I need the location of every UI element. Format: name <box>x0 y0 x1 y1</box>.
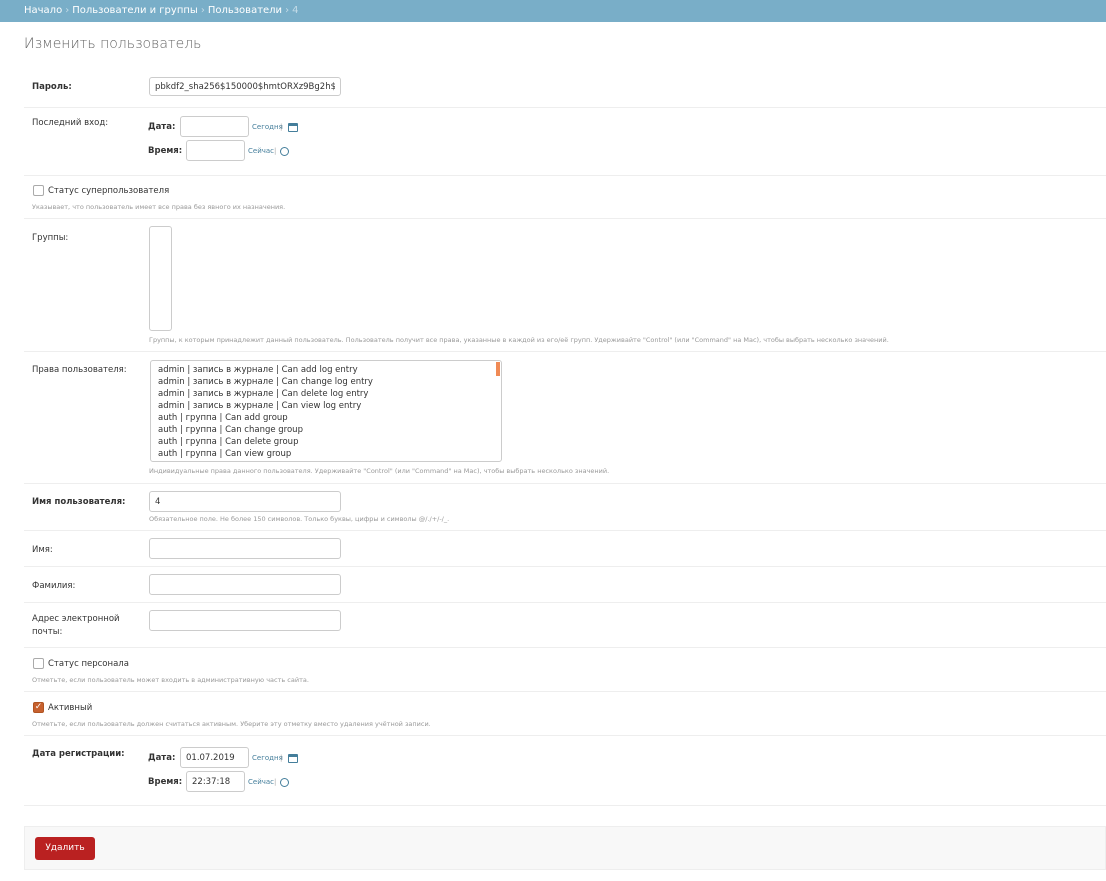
superuser-help: Указывает, что пользователь имеет все пр… <box>32 203 286 211</box>
date-joined-date-input[interactable] <box>180 747 249 768</box>
last-name-label: Фамилия: <box>32 581 76 591</box>
password-row: Пароль: <box>24 68 1106 108</box>
separator: | <box>274 147 277 155</box>
date-joined-time-input[interactable] <box>186 771 245 792</box>
last-login-row: Последний вход: Дата: Сегодня | Время: С… <box>24 107 1106 176</box>
email-label-line2: почты: <box>32 627 63 637</box>
permissions-scrollbar[interactable] <box>496 362 500 376</box>
last-login-date-label: Дата: <box>148 122 176 132</box>
permission-option[interactable]: admin | запись в журнале | Can change lo… <box>151 376 501 388</box>
separator: | <box>274 778 277 786</box>
email-row: Адрес электронной почты: <box>24 602 1106 648</box>
breadcrumb-home[interactable]: Начало <box>24 5 62 16</box>
superuser-label: Статус суперпользователя <box>48 186 170 196</box>
last-login-now-link[interactable]: Сейчас <box>248 147 274 155</box>
email-label: Адрес электронной почты: <box>32 613 120 639</box>
separator: | <box>280 123 283 131</box>
first-name-label: Имя: <box>32 545 53 555</box>
breadcrumb-current: 4 <box>292 5 299 16</box>
username-row: Имя пользователя: Обязательное поле. Не … <box>24 483 1106 531</box>
date-joined-now-link[interactable]: Сейчас <box>248 778 274 786</box>
superuser-checkbox[interactable] <box>33 185 44 196</box>
separator: | <box>280 754 283 762</box>
last-login-date-input[interactable] <box>180 116 249 137</box>
permission-option[interactable]: auth | группа | Can change group <box>151 424 501 436</box>
calendar-icon[interactable] <box>288 754 298 763</box>
breadcrumb-app[interactable]: Пользователи и группы <box>72 5 198 16</box>
date-joined-time-label: Время: <box>148 777 183 787</box>
groups-help: Группы, к которым принадлежит данный пол… <box>149 336 889 344</box>
submit-row: Удалить <box>24 826 1106 870</box>
groups-label: Группы: <box>32 233 69 243</box>
date-joined-label: Дата регистрации: <box>32 749 125 759</box>
active-row: ✓ Активный Отметьте, если пользователь д… <box>24 691 1106 736</box>
email-label-line1: Адрес электронной <box>32 614 120 624</box>
permission-option[interactable]: auth | группа | Can view group <box>151 448 501 460</box>
permission-option[interactable]: admin | запись в журнале | Can add log e… <box>151 364 501 376</box>
active-label: Активный <box>48 703 93 713</box>
username-field[interactable] <box>149 491 341 512</box>
staff-label: Статус персонала <box>48 659 129 669</box>
password-label: Пароль: <box>32 82 72 92</box>
username-help: Обязательное поле. Не более 150 символов… <box>149 515 450 523</box>
permission-option[interactable]: auth | группа | Can add group <box>151 412 501 424</box>
groups-row: Группы: Группы, к которым принадлежит да… <box>24 218 1106 352</box>
superuser-row: Статус суперпользователя Указывает, что … <box>24 175 1106 219</box>
permissions-select[interactable]: admin | запись в журнале | Can add log e… <box>150 360 502 462</box>
email-field[interactable] <box>149 610 341 631</box>
last-login-time-input[interactable] <box>186 140 245 161</box>
date-joined-today-link[interactable]: Сегодня <box>252 754 283 762</box>
permission-option[interactable]: admin | запись в журнале | Can delete lo… <box>151 388 501 400</box>
active-help: Отметьте, если пользователь должен счита… <box>32 720 431 728</box>
username-label: Имя пользователя: <box>32 497 126 507</box>
last-login-today-link[interactable]: Сегодня <box>252 123 283 131</box>
staff-help: Отметьте, если пользователь может входит… <box>32 676 309 684</box>
permissions-label: Права пользователя: <box>32 365 127 375</box>
breadcrumb: Начало › Пользователи и группы › Пользовател… <box>0 0 1106 22</box>
last-login-time-label: Время: <box>148 146 183 156</box>
delete-button[interactable]: Удалить <box>35 837 95 860</box>
permission-option[interactable]: auth | группа | Can delete group <box>151 436 501 448</box>
staff-checkbox[interactable] <box>33 658 44 669</box>
last-name-field[interactable] <box>149 574 341 595</box>
date-joined-date-label: Дата: <box>148 753 176 763</box>
clock-icon[interactable] <box>280 147 289 156</box>
calendar-icon[interactable] <box>288 123 298 132</box>
breadcrumb-separator: › <box>65 5 70 16</box>
groups-select[interactable] <box>149 226 172 331</box>
breadcrumb-separator: › <box>285 5 290 16</box>
staff-row: Статус персонала Отметьте, если пользова… <box>24 647 1106 692</box>
last-login-label: Последний вход: <box>32 118 109 128</box>
permissions-help: Индивидуальные права данного пользовател… <box>149 467 610 475</box>
date-joined-row: Дата регистрации: Дата: Сегодня | Время:… <box>24 735 1106 806</box>
page-title: Изменить пользователь <box>24 36 202 52</box>
first-name-row: Имя: <box>24 530 1106 567</box>
active-checkbox[interactable]: ✓ <box>33 702 44 713</box>
breadcrumb-model[interactable]: Пользователи <box>208 5 282 16</box>
breadcrumb-separator: › <box>200 5 205 16</box>
last-name-row: Фамилия: <box>24 566 1106 603</box>
permission-option[interactable]: admin | запись в журнале | Can view log … <box>151 400 501 412</box>
clock-icon[interactable] <box>280 778 289 787</box>
first-name-field[interactable] <box>149 538 341 559</box>
password-field[interactable] <box>149 77 341 96</box>
